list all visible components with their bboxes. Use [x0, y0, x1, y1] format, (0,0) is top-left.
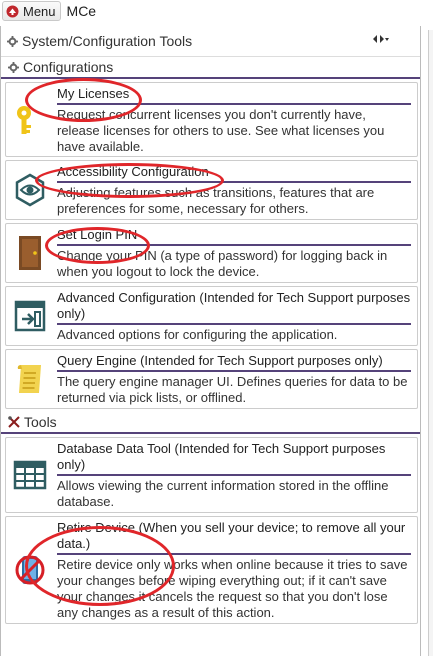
scrollbar[interactable]: [428, 30, 433, 656]
item-title: Advanced Configuration (Intended for Tec…: [57, 290, 411, 325]
item-database-data-tool[interactable]: Database Data Tool (Intended for Tech Su…: [5, 437, 418, 513]
section-label: Tools: [24, 414, 57, 430]
item-description: Adjusting features such as transitions, …: [57, 185, 375, 216]
table-grid-icon: [10, 455, 50, 495]
system-configuration-panel: System/Configuration Tools Configuration…: [0, 26, 421, 656]
retire-device-icon: [10, 550, 50, 590]
eye-icon: [10, 170, 50, 210]
menu-button[interactable]: Menu: [2, 1, 61, 21]
item-title: Query Engine (Intended for Tech Support …: [57, 353, 411, 372]
section-tools: Tools: [1, 412, 420, 434]
item-description: Request concurrent licenses you don't cu…: [57, 107, 385, 154]
panel-title: System/Configuration Tools: [22, 33, 193, 49]
scroll-icon: [10, 359, 50, 399]
wrench-screwdriver-icon: [8, 416, 20, 428]
item-description: Change your PIN (a type of password) for…: [57, 248, 388, 279]
window-enter-icon: [10, 296, 50, 336]
door-icon: [10, 233, 50, 273]
app-name: MCe: [66, 3, 97, 19]
item-description: Retire device only works when online bec…: [57, 557, 408, 620]
item-description: Advanced options for configuring the app…: [57, 327, 338, 342]
item-title: Set Login PIN: [57, 227, 411, 246]
top-bar: Menu MCe: [0, 0, 433, 22]
collapse-toggle-icon[interactable]: [371, 33, 391, 48]
gear-icon: [8, 61, 19, 73]
panel-header: System/Configuration Tools: [1, 26, 420, 57]
item-title: Database Data Tool (Intended for Tech Su…: [57, 441, 411, 476]
item-title: Retire Device (When you sell your device…: [57, 520, 411, 555]
gear-icon: [7, 35, 18, 47]
key-icon: [10, 100, 50, 140]
item-title: My Licenses: [57, 86, 411, 105]
section-label: Configurations: [23, 59, 114, 75]
section-configurations: Configurations: [1, 57, 420, 79]
item-title: Accessibility Configuration: [57, 164, 411, 183]
item-advanced-configuration[interactable]: Advanced Configuration (Intended for Tec…: [5, 286, 418, 346]
item-accessibility-configuration[interactable]: Accessibility Configuration Adjusting fe…: [5, 160, 418, 220]
item-retire-device[interactable]: Retire Device (When you sell your device…: [5, 516, 418, 624]
item-description: The query engine manager UI. Defines que…: [57, 374, 408, 405]
menu-button-label: Menu: [23, 3, 56, 19]
app-logo-icon: [6, 5, 19, 17]
item-query-engine[interactable]: Query Engine (Intended for Tech Support …: [5, 349, 418, 409]
item-my-licenses[interactable]: My Licenses Request concurrent licenses …: [5, 82, 418, 157]
item-description: Allows viewing the current information s…: [57, 478, 389, 509]
item-set-login-pin[interactable]: Set Login PIN Change your PIN (a type of…: [5, 223, 418, 283]
